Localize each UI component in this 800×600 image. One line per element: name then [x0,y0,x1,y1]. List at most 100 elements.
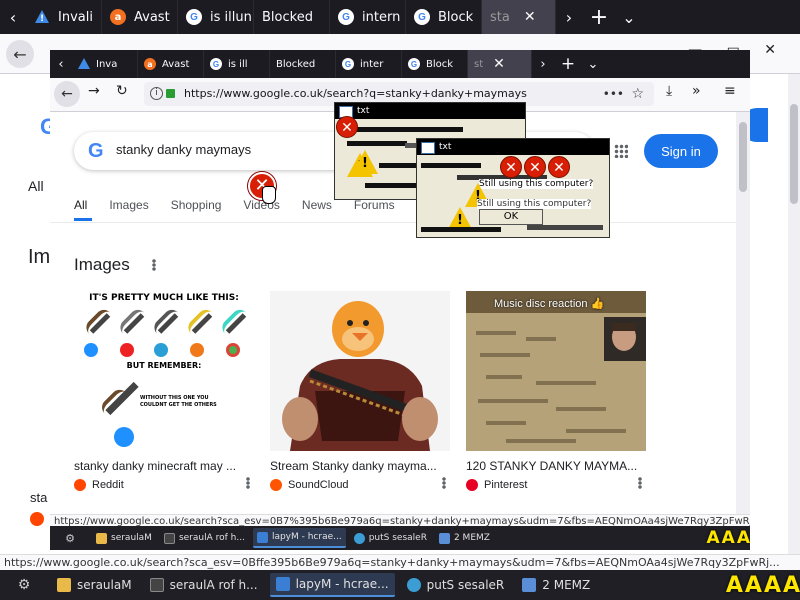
tab-scroll-left-button[interactable]: ‹ [0,0,26,34]
music-disc-thumbnail[interactable]: Music disc reaction 👍 [466,291,646,451]
window-icon [522,578,537,592]
tab-intern[interactable]: Gintern [330,0,406,34]
glitch-bar [421,227,501,232]
reload-button[interactable]: ↻ [116,83,128,99]
tab-block[interactable]: G Block [402,50,468,78]
tab-invalid[interactable]: ! Invali [26,0,102,34]
apps-grid-icon[interactable] [614,144,628,158]
error-popup-front[interactable]: txt Still using this computer? ! Still u… [416,138,610,238]
taskbar-item-browser[interactable]: lapyM - hcrae... [252,528,346,548]
tab-images[interactable]: Images [109,198,148,212]
result-caption[interactable]: 120 STANKY DANKY MAYMA... [466,459,646,473]
tab-active-search[interactable]: st ✕ [468,50,532,78]
tab-avast[interactable]: a Avast [138,50,204,78]
tab-blocked[interactable]: Blocked [270,50,336,78]
tab-forums[interactable]: Forums [354,198,395,212]
google-icon: G [186,9,202,25]
back-button[interactable]: ← [6,40,34,68]
more-options-icon[interactable] [152,259,156,271]
menu-hamburger-icon[interactable]: ≡ [724,83,736,99]
taskbar-item-globe[interactable]: putS sesaleR [350,528,431,548]
tab-blocked[interactable]: Blocked [254,0,330,34]
result-source[interactable]: Reddit [74,479,254,491]
tab-is-illun[interactable]: Gis ill [204,50,270,78]
new-tab-button[interactable]: + [554,50,582,78]
close-tab-icon[interactable]: ✕ [493,56,505,72]
minecraft-meme-thumbnail[interactable]: IT'S PRETTY MUCH LIKE THIS: BUT REMEMBER… [74,291,254,451]
outer-status-url: https://www.google.co.uk/search?sca_esv=… [0,554,800,570]
image-result-card[interactable]: Music disc reaction 👍 120 STANKY DANKY M… [466,291,646,491]
result-caption[interactable]: Stream Stanky danky mayma... [270,459,450,473]
taskbar-item-memz[interactable]: 2 MEMZ [516,573,596,597]
glitch-a-glyph: A [763,572,781,598]
tab-news[interactable]: News [302,198,332,212]
scrollbar-thumb[interactable] [790,104,798,204]
tab-block[interactable]: G Block [406,0,482,34]
system-tray: A A A A [724,570,800,600]
more-options-icon[interactable] [638,477,642,489]
outer-first-caption[interactable]: sta [30,490,47,505]
result-source[interactable]: Pinterest [466,479,646,491]
tab-intern[interactable]: Ginter [336,50,402,78]
error-icon: ✕ [336,116,358,138]
heavy-thumbnail[interactable] [270,291,450,451]
tab-scroll-right-button[interactable]: › [532,50,554,78]
chevron-down-icon[interactable]: ⌄ [582,50,604,78]
info-icon: i [150,87,163,100]
tab-scroll-right-button[interactable]: › [556,0,582,34]
glitch-bar [343,127,463,132]
google-icon: G [210,58,222,70]
bookmark-star-icon[interactable]: ☆ [631,82,644,106]
download-icon[interactable]: ⤓ [666,83,672,99]
forward-button[interactable]: → [88,83,100,99]
close-tab-icon[interactable]: ✕ [524,9,536,25]
opera-icon [120,343,134,357]
google-icon: G [338,9,354,25]
more-options-icon[interactable] [442,477,446,489]
outer-scrollbar[interactable] [788,74,800,554]
inner-scrollbar[interactable] [736,112,750,514]
pickaxe-icon [157,313,179,334]
thumb-header-text: IT'S PRETTY MUCH LIKE THIS: [89,293,239,303]
taskbar-item-files[interactable]: seraulaM [51,573,138,597]
popup-title-bar: txt [417,139,609,155]
overflow-chevron-icon[interactable]: » [692,83,701,99]
firefox-icon [190,343,204,357]
more-options-icon[interactable] [246,477,250,489]
start-menu-button[interactable]: ⚙ [0,570,48,600]
result-caption[interactable]: stanky danky minecraft may ... [74,459,254,473]
outer-tab-all[interactable]: All [28,178,44,194]
taskbar-item-globe[interactable]: putS sesaleR [401,573,511,597]
tab-shopping[interactable]: Shopping [171,198,222,212]
signin-button[interactable]: Sign in [644,134,718,168]
chevron-down-icon[interactable]: ⌄ [616,0,642,34]
taskbar-item-terminal[interactable]: seraulA rof h... [160,528,249,548]
image-result-card[interactable]: Stream Stanky danky mayma... SoundCloud [270,291,450,491]
taskbar-item-terminal[interactable]: seraulA rof h... [144,573,264,597]
glitch-a-glyph: A [782,572,800,598]
error-icon: ✕ [500,156,522,178]
taskbar-item-memz[interactable]: 2 MEMZ [435,528,494,548]
ok-button[interactable]: OK [479,209,543,225]
scrollbar-thumb[interactable] [739,122,747,192]
image-result-card[interactable]: IT'S PRETTY MUCH LIKE THIS: BUT REMEMBER… [74,291,254,491]
error-icon: ✕ [524,156,546,178]
taskbar-item-files[interactable]: seraulaM [92,528,156,548]
tab-scroll-left-button[interactable]: ‹ [50,50,72,78]
tab-active-search[interactable]: sta ✕ [482,0,556,34]
tab-all[interactable]: All [74,198,87,212]
tab-invalid[interactable]: Inva [72,50,138,78]
tab-is-illun[interactable]: Gis illun [178,0,254,34]
images-section-heading: Images [74,255,130,274]
google-icon: G [408,58,420,70]
back-button[interactable]: ← [54,81,80,107]
search-query[interactable]: stanky danky maymays [116,142,251,157]
taskbar-item-browser[interactable]: lapyM - hcrae... [269,573,395,597]
new-tab-button[interactable]: + [582,0,616,34]
result-source[interactable]: SoundCloud [270,479,450,491]
page-actions-icon[interactable]: ••• [603,82,624,106]
terminal-icon [149,578,164,592]
start-menu-button[interactable]: ⚙ [50,526,90,550]
thumb-small-text: WITHOUT THIS ONE YOU COULDNT GET THE OTH… [140,395,217,408]
tab-avast[interactable]: a Avast [102,0,178,34]
